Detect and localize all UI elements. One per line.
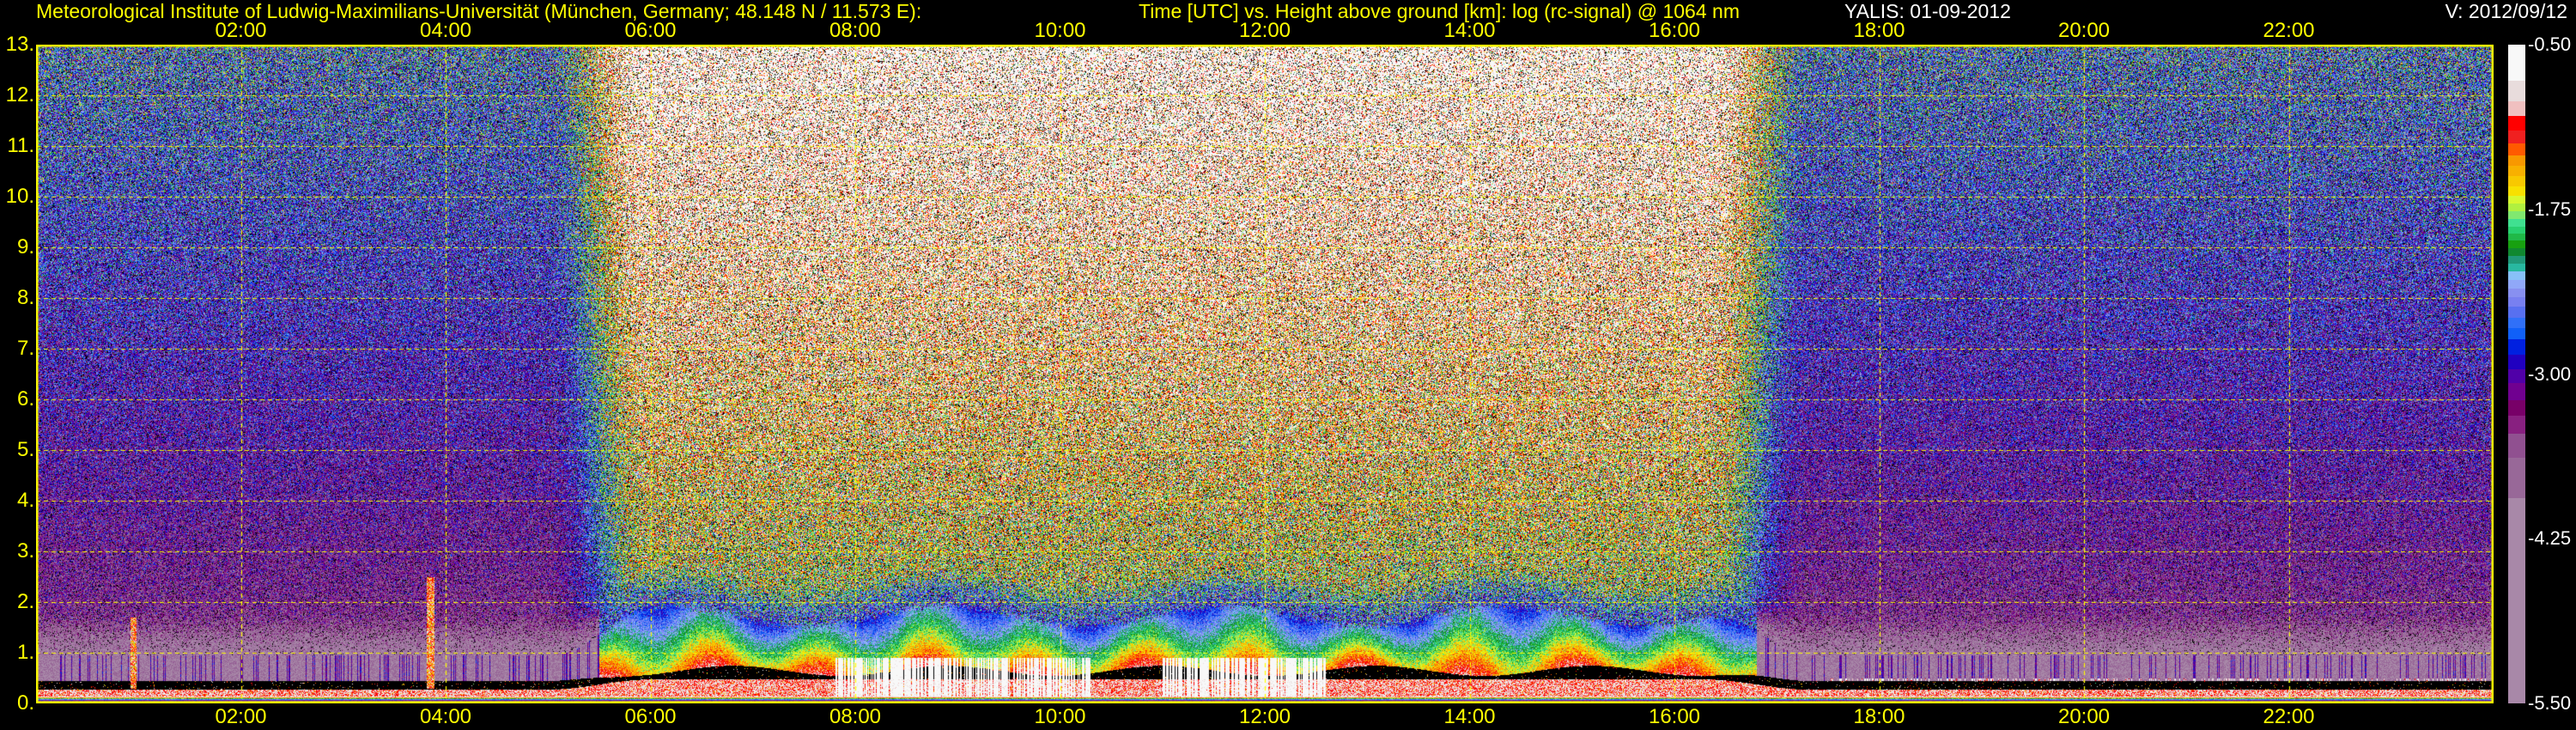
colorbar-segment xyxy=(2508,338,2525,355)
x-tick-label-top: 16:00 xyxy=(1648,19,1701,42)
x-tick-label-top: 08:00 xyxy=(829,19,882,42)
institute-title: Meteorological Institute of Ludwig-Maxim… xyxy=(36,0,922,22)
colorbar-segment xyxy=(2508,233,2525,241)
y-tick-label: 10. xyxy=(5,185,34,208)
colorbar-segment xyxy=(2508,498,2525,703)
colorbar-segment xyxy=(2508,433,2525,459)
y-tick-label: 6. xyxy=(16,387,34,411)
x-tick-label: 16:00 xyxy=(1648,705,1701,728)
colorbar-segment xyxy=(2508,101,2525,117)
colorbar-segment xyxy=(2508,288,2525,298)
colorbar-segment xyxy=(2508,416,2525,434)
x-tick-label-top: 12:00 xyxy=(1238,19,1291,42)
colorbar-segment xyxy=(2508,186,2525,196)
colorbar-segment xyxy=(2508,176,2525,186)
x-tick-label: 12:00 xyxy=(1238,705,1291,728)
colorbar-segment xyxy=(2508,297,2525,307)
colorbar-tick-label: -1.75 xyxy=(2528,198,2572,220)
colorbar-segment xyxy=(2508,248,2525,256)
x-tick-label-top: 14:00 xyxy=(1443,19,1496,42)
colorbar-segment xyxy=(2508,458,2525,499)
x-tick-label-top: 22:00 xyxy=(2263,19,2315,42)
x-tick-label-top: 02:00 xyxy=(215,19,267,42)
colorbar-segment xyxy=(2508,368,2525,384)
x-tick-label: 04:00 xyxy=(419,705,472,728)
y-tick-label: 12. xyxy=(5,83,34,106)
colorbar xyxy=(2508,45,2525,703)
x-tick-label: 02:00 xyxy=(215,705,267,728)
x-tick-label-top: 20:00 xyxy=(2057,19,2111,42)
colorbar-segment xyxy=(2508,317,2525,329)
colorbar-segment xyxy=(2508,195,2525,204)
colorbar-segment xyxy=(2508,210,2525,219)
colorbar-segment xyxy=(2508,354,2525,369)
colorbar-segment xyxy=(2508,116,2525,131)
y-tick-label: 8. xyxy=(16,286,34,309)
x-tick-label: 14:00 xyxy=(1443,705,1496,728)
y-tick-label: 2. xyxy=(16,590,34,613)
colorbar-segment xyxy=(2508,240,2525,249)
x-tick-label: 10:00 xyxy=(1034,705,1086,728)
colorbar-tick-label: -3.00 xyxy=(2528,362,2572,385)
y-tick-label: 9. xyxy=(16,235,34,259)
colorbar-segment xyxy=(2508,80,2525,102)
colorbar-segment xyxy=(2508,143,2525,155)
x-tick-label: 08:00 xyxy=(829,705,882,728)
colorbar-segment xyxy=(2508,399,2525,417)
grid-overlay xyxy=(36,45,2494,703)
colorbar-segment xyxy=(2508,383,2525,400)
x-tick-label-top: 18:00 xyxy=(1853,19,1905,42)
colorbar-tick-label: -0.50 xyxy=(2528,33,2572,55)
colorbar-segment xyxy=(2508,271,2525,280)
x-tick-label-top: 10:00 xyxy=(1034,19,1086,42)
y-tick-label: 13. xyxy=(5,33,34,56)
colorbar-segment xyxy=(2508,306,2525,318)
x-tick-label: 06:00 xyxy=(624,705,677,728)
y-tick-label: 4. xyxy=(16,489,34,512)
x-tick-label-top: 06:00 xyxy=(624,19,677,42)
colorbar-tick-label: -5.50 xyxy=(2528,692,2572,714)
colorbar-segment xyxy=(2508,155,2525,166)
y-tick-label: 5. xyxy=(16,438,34,461)
x-tick-label: 18:00 xyxy=(1853,705,1905,728)
colorbar-segment xyxy=(2508,328,2525,339)
colorbar-tick-label: -4.25 xyxy=(2528,527,2572,550)
y-tick-label: 7. xyxy=(16,337,34,360)
x-tick-label-top: 04:00 xyxy=(419,19,472,42)
colorbar-segment xyxy=(2508,218,2525,227)
colorbar-segment xyxy=(2508,279,2525,289)
colorbar-segment xyxy=(2508,45,2525,81)
colorbar-segment xyxy=(2508,263,2525,272)
y-tick-label: 3. xyxy=(16,539,34,563)
x-tick-label: 22:00 xyxy=(2263,705,2315,728)
y-tick-label: 11. xyxy=(7,134,34,157)
y-tick-label: 1. xyxy=(16,641,34,664)
colorbar-segment xyxy=(2508,165,2525,177)
x-tick-label: 20:00 xyxy=(2057,705,2111,728)
y-tick-label: 0. xyxy=(16,691,34,715)
colorbar-segment xyxy=(2508,131,2525,143)
lidar-backscatter-heatmap xyxy=(36,45,2494,703)
version-label: V: 2012/09/12 xyxy=(2445,0,2567,22)
colorbar-segment xyxy=(2508,255,2525,264)
colorbar-segment xyxy=(2508,203,2525,211)
colorbar-segment xyxy=(2508,226,2525,234)
